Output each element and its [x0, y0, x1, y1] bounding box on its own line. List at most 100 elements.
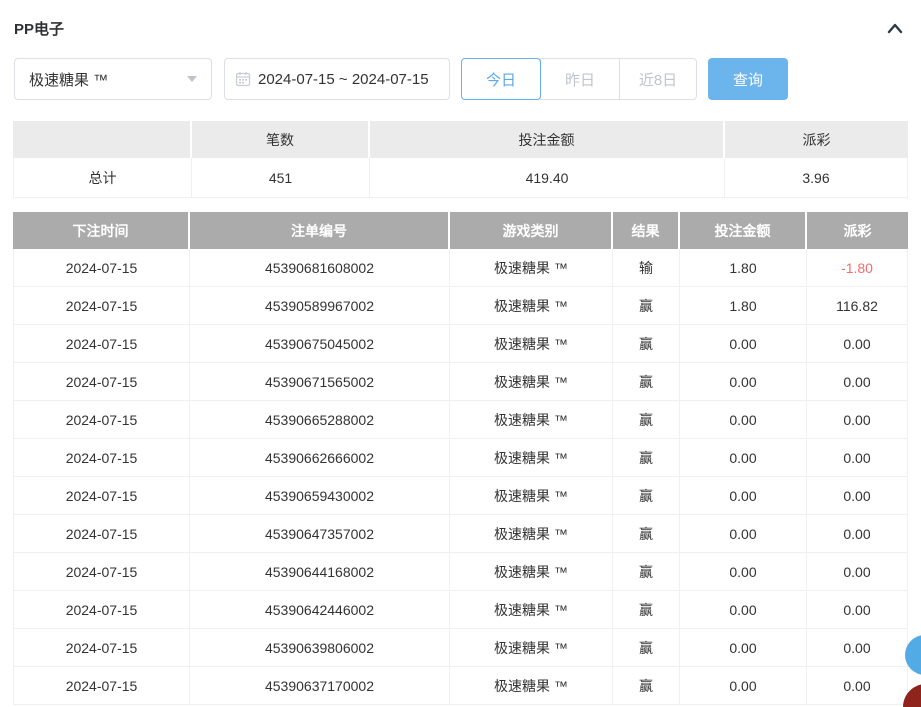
table-row: 2024-07-1545390675045002极速糖果 ™赢0.000.00	[13, 325, 908, 363]
collapse-button[interactable]	[885, 19, 905, 39]
cell-bet-time: 2024-07-15	[14, 515, 190, 552]
cell-result: 赢	[613, 401, 680, 438]
cell-bet-amount: 0.00	[680, 363, 807, 400]
cell-bet-time: 2024-07-15	[14, 325, 190, 362]
yesterday-button[interactable]: 昨日	[540, 58, 620, 100]
cell-order-id: 45390659430002	[190, 477, 450, 514]
cell-result: 赢	[613, 363, 680, 400]
cell-result: 赢	[613, 591, 680, 628]
cell-payout: 0.00	[807, 363, 907, 400]
table-row: 2024-07-1545390662666002极速糖果 ™赢0.000.00	[13, 439, 908, 477]
cell-result: 赢	[613, 515, 680, 552]
summary-total-bet-amount: 419.40	[370, 158, 725, 197]
cell-bet-amount: 0.00	[680, 629, 807, 666]
cell-result: 赢	[613, 325, 680, 362]
chevron-down-icon	[187, 76, 197, 82]
cell-game-type: 极速糖果 ™	[450, 249, 613, 286]
summary-total-row: 总计 451 419.40 3.96	[13, 158, 908, 198]
summary-header: 笔数投注金额派彩	[13, 121, 908, 158]
cell-result: 赢	[613, 477, 680, 514]
table-row: 2024-07-1545390642446002极速糖果 ™赢0.000.00	[13, 591, 908, 629]
cell-bet-time: 2024-07-15	[14, 477, 190, 514]
summary-total-label: 总计	[14, 158, 192, 197]
cell-payout: -1.80	[807, 249, 907, 286]
game-select[interactable]: 极速糖果 ™	[14, 58, 212, 100]
cell-bet-time: 2024-07-15	[14, 629, 190, 666]
table-row: 2024-07-1545390671565002极速糖果 ™赢0.000.00	[13, 363, 908, 401]
cell-result: 输	[613, 249, 680, 286]
panel-header: PP电子	[14, 18, 905, 39]
cell-bet-time: 2024-07-15	[14, 287, 190, 324]
summary-total-payout: 3.96	[725, 158, 907, 197]
last-8-days-button[interactable]: 近8日	[619, 58, 697, 100]
table-row: 2024-07-1545390647357002极速糖果 ™赢0.000.00	[13, 515, 908, 553]
records-header-cell: 投注金额	[680, 212, 807, 249]
cell-game-type: 极速糖果 ™	[450, 287, 613, 324]
cell-result: 赢	[613, 667, 680, 704]
cell-bet-amount: 0.00	[680, 401, 807, 438]
page-title: PP电子	[14, 18, 64, 39]
cell-order-id: 45390644168002	[190, 553, 450, 590]
cell-game-type: 极速糖果 ™	[450, 401, 613, 438]
summary-table: 笔数投注金额派彩 总计 451 419.40 3.96	[13, 121, 908, 198]
date-range-picker[interactable]: 2024-07-15 ~ 2024-07-15	[224, 58, 450, 100]
today-button[interactable]: 今日	[461, 58, 541, 100]
quick-range-group: 今日 昨日 近8日	[461, 58, 697, 100]
pp-electronic-panel: PP电子 极速糖果 ™ 2024-07-15 ~ 2024-0	[0, 0, 921, 707]
cell-payout: 0.00	[807, 325, 907, 362]
cell-payout: 0.00	[807, 515, 907, 552]
cell-payout: 0.00	[807, 553, 907, 590]
summary-header-cell: 派彩	[725, 121, 908, 158]
cell-bet-amount: 0.00	[680, 325, 807, 362]
records-header-cell: 下注时间	[13, 212, 190, 249]
cell-bet-amount: 0.00	[680, 553, 807, 590]
table-row: 2024-07-1545390681608002极速糖果 ™输1.80-1.80	[13, 249, 908, 287]
cell-bet-time: 2024-07-15	[14, 363, 190, 400]
cell-order-id: 45390675045002	[190, 325, 450, 362]
records-header-cell: 结果	[613, 212, 680, 249]
cell-order-id: 45390662666002	[190, 439, 450, 476]
table-row: 2024-07-1545390665288002极速糖果 ™赢0.000.00	[13, 401, 908, 439]
cell-payout: 0.00	[807, 439, 907, 476]
game-select-value: 极速糖果 ™	[29, 69, 187, 90]
records-header-cell: 注单编号	[190, 212, 450, 249]
summary-header-cell	[13, 121, 192, 158]
cell-game-type: 极速糖果 ™	[450, 363, 613, 400]
search-button[interactable]: 查询	[708, 58, 788, 100]
cell-bet-amount: 0.00	[680, 667, 807, 704]
records-header: 下注时间注单编号游戏类别结果投注金额派彩	[13, 212, 908, 249]
cell-order-id: 45390671565002	[190, 363, 450, 400]
cell-payout: 0.00	[807, 591, 907, 628]
cell-result: 赢	[613, 553, 680, 590]
cell-order-id: 45390589967002	[190, 287, 450, 324]
cell-result: 赢	[613, 439, 680, 476]
cell-game-type: 极速糖果 ™	[450, 515, 613, 552]
cell-bet-time: 2024-07-15	[14, 591, 190, 628]
cell-game-type: 极速糖果 ™	[450, 553, 613, 590]
summary-total-count: 451	[192, 158, 370, 197]
cell-payout: 0.00	[807, 401, 907, 438]
date-range-value: 2024-07-15 ~ 2024-07-15	[258, 71, 429, 88]
cell-game-type: 极速糖果 ™	[450, 477, 613, 514]
table-row: 2024-07-1545390637170002极速糖果 ™赢0.000.00	[13, 667, 908, 705]
chevron-up-icon	[885, 19, 905, 39]
filter-bar: 极速糖果 ™ 2024-07-15 ~ 2024-07-15 今日 昨日 近8日…	[14, 58, 788, 100]
cell-game-type: 极速糖果 ™	[450, 439, 613, 476]
cell-bet-amount: 0.00	[680, 477, 807, 514]
cell-bet-amount: 0.00	[680, 591, 807, 628]
cell-order-id: 45390665288002	[190, 401, 450, 438]
records-body: 2024-07-1545390681608002极速糖果 ™输1.80-1.80…	[13, 249, 908, 705]
summary-header-cell: 笔数	[192, 121, 370, 158]
cell-bet-time: 2024-07-15	[14, 667, 190, 704]
table-row: 2024-07-1545390639806002极速糖果 ™赢0.000.00	[13, 629, 908, 667]
cell-bet-amount: 0.00	[680, 439, 807, 476]
cell-game-type: 极速糖果 ™	[450, 667, 613, 704]
cell-order-id: 45390647357002	[190, 515, 450, 552]
cell-bet-amount: 1.80	[680, 249, 807, 286]
cell-bet-time: 2024-07-15	[14, 249, 190, 286]
cell-order-id: 45390639806002	[190, 629, 450, 666]
records-header-cell: 游戏类别	[450, 212, 613, 249]
cell-payout: 0.00	[807, 629, 907, 666]
cell-game-type: 极速糖果 ™	[450, 591, 613, 628]
cell-result: 赢	[613, 287, 680, 324]
